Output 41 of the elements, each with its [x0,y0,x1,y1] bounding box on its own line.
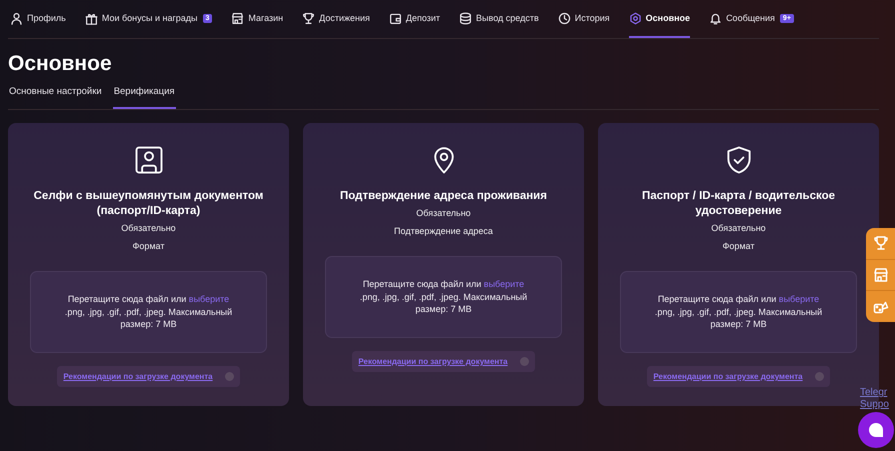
info-icon [520,357,529,366]
card-title: Подтверждение адреса проживания [340,189,547,204]
page-title: Основное [8,52,113,76]
required-label: Обязательно [121,223,176,233]
nav-tab[interactable]: Депозит [388,0,440,38]
card-title: Паспорт / ID-карта / водительское удостоверение [640,189,836,219]
settings-icon [628,12,642,24]
tab[interactable]: Основные настройки [8,86,103,109]
trophy-icon [302,12,316,24]
telegram-support-link[interactable]: Suppo [860,399,895,411]
nav-tab[interactable]: Достижения [302,0,370,38]
nav-tab[interactable]: История [558,0,610,38]
user-icon [10,12,23,24]
card-note: Подтверждение адреса [394,226,493,236]
file-drop-zone[interactable]: Перетащите сюда файл или выберите .png, .jpg, .gif, .pdf, .jpeg. Максимальный размер: 7 MB [30,271,267,353]
card-note: Формат [722,241,754,251]
info-icon [224,372,234,381]
chat-button[interactable] [858,412,894,448]
bell-icon [709,12,722,24]
card-title: Селфи с вышеупомянутым документом (паспорт/ID-карта) [32,189,264,219]
wallet-icon [388,12,402,24]
trophy-icon[interactable] [872,235,888,252]
nav-tab[interactable]: Магазин [231,0,284,38]
required-label: Обязательно [711,223,766,233]
clock-icon [558,12,571,24]
card-note: Формат [132,241,164,251]
nav-tab[interactable]: Вывод средств [459,0,539,38]
file-drop-zone[interactable]: Перетащите сюда файл или выберите .png, .jpg, .gif, .pdf, .jpeg. Максимальный размер: 7 MB [325,256,562,338]
portrait-icon [134,145,164,175]
chat-icon [868,422,884,438]
gift-icon [84,12,98,24]
telegram-support-link[interactable]: Telegr [860,387,895,399]
nav-tab[interactable]: Основное [628,0,690,38]
nav-tab[interactable]: Профиль [8,0,66,38]
database-icon [459,12,472,24]
store-icon[interactable] [872,267,888,283]
file-drop-zone[interactable]: Перетащите сюда файл или выберите .png, .jpg, .gif, .pdf, .jpeg. Максимальный размер: 7 MB [620,271,857,353]
store-icon [231,12,244,24]
tab[interactable]: Верификация [112,86,176,109]
required-label: Обязательно [416,208,471,218]
info-icon [814,372,824,381]
